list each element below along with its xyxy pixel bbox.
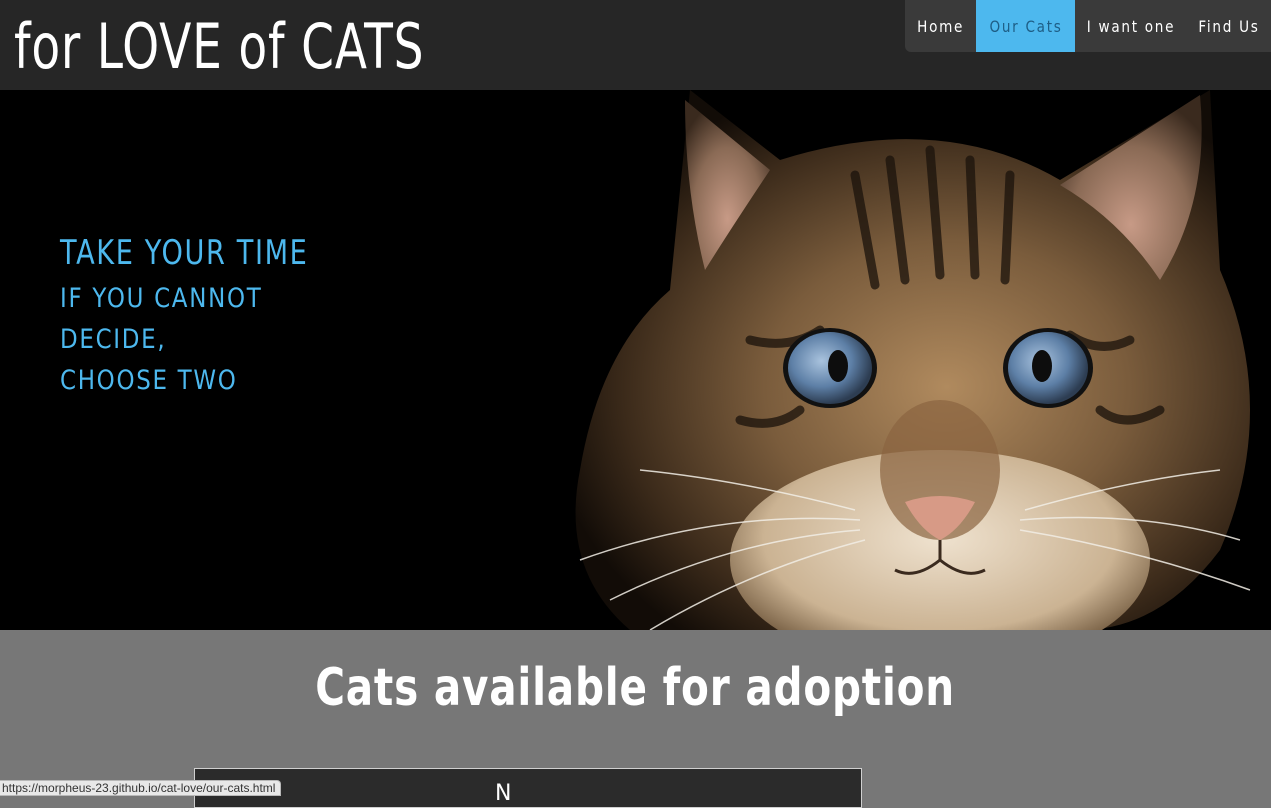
cats-table: N [194, 768, 862, 808]
nav-find-us-label: Find Us [1197, 16, 1260, 36]
nav-i-want-one[interactable]: I want one [1075, 0, 1186, 52]
hero-heading: TAKE YOUR TIME [60, 233, 309, 273]
hero-copy: TAKE YOUR TIME IF YOU CANNOT DECIDE, CHO… [60, 230, 360, 401]
section-title: Cats available for adoption [0, 652, 1271, 724]
nav-our-cats-label: Our Cats [988, 16, 1063, 36]
main-nav: Home Our Cats I want one Find Us [905, 0, 1271, 52]
hero-subheading: IF YOU CANNOT DECIDE, CHOOSE TWO [60, 283, 263, 396]
nav-i-want-one-label: I want one [1086, 16, 1175, 36]
site-header: for LOVE of CATS Home Our Cats I want on… [0, 0, 1271, 90]
nav-our-cats[interactable]: Our Cats [976, 0, 1075, 52]
site-title[interactable]: for LOVE of CATS [14, 8, 424, 86]
hero-banner: TAKE YOUR TIME IF YOU CANNOT DECIDE, CHO… [0, 90, 1271, 630]
nav-home[interactable]: Home [905, 0, 976, 52]
nav-find-us[interactable]: Find Us [1186, 0, 1271, 52]
section-title-text: Cats available for adoption [315, 658, 956, 718]
nav-home-label: Home [917, 16, 964, 36]
cat-photo [575, 90, 1251, 630]
